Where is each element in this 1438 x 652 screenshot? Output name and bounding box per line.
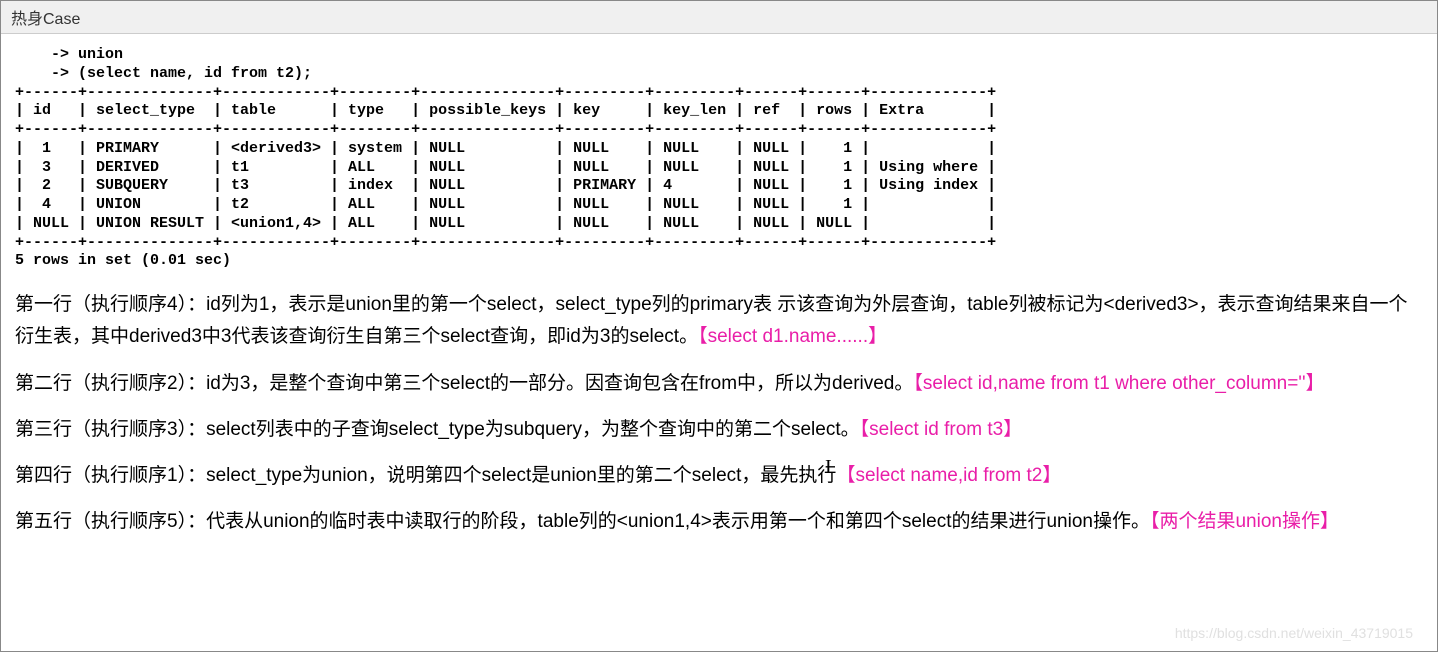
content-area: -> union -> (select name, id from t2); +… xyxy=(1,34,1437,551)
watermark: https://blog.csdn.net/weixin_43719015 xyxy=(1175,625,1413,641)
p4-highlight: 【select name,id from t2】 xyxy=(836,465,1061,486)
p4-text: 第四行（执行顺序1）：select_type为union，说明第四个select… xyxy=(15,465,836,486)
p3-text: 第三行（执行顺序3）：select列表中的子查询select_type为subq… xyxy=(15,419,860,440)
p3-highlight: 【select id from t3】 xyxy=(860,419,1023,440)
paragraph-1: 第一行（执行顺序4）：id列为1，表示是union里的第一个select，sel… xyxy=(15,289,1423,354)
title-bar: 热身Case xyxy=(1,1,1437,34)
sql-explain-output: -> union -> (select name, id from t2); +… xyxy=(15,46,1423,271)
p5-highlight: 【两个结果union操作】 xyxy=(1150,511,1339,532)
p2-text: 第二行（执行顺序2）：id为3，是整个查询中第三个select的一部分。因查询包… xyxy=(15,373,913,394)
p2-highlight: 【select id,name from t1 where other_colu… xyxy=(913,373,1324,394)
p1-highlight: 【select d1.name......】 xyxy=(698,326,887,347)
text-cursor-icon: I xyxy=(825,456,832,479)
paragraph-2: 第二行（执行顺序2）：id为3，是整个查询中第三个select的一部分。因查询包… xyxy=(15,368,1423,400)
paragraph-5: 第五行（执行顺序5）：代表从union的临时表中读取行的阶段，table列的<u… xyxy=(15,506,1423,538)
title-text: 热身Case xyxy=(11,11,80,28)
paragraph-4: 第四行（执行顺序1）：select_type为union，说明第四个select… xyxy=(15,460,1423,492)
p5-text: 第五行（执行顺序5）：代表从union的临时表中读取行的阶段，table列的<u… xyxy=(15,511,1150,532)
paragraph-3: 第三行（执行顺序3）：select列表中的子查询select_type为subq… xyxy=(15,414,1423,446)
